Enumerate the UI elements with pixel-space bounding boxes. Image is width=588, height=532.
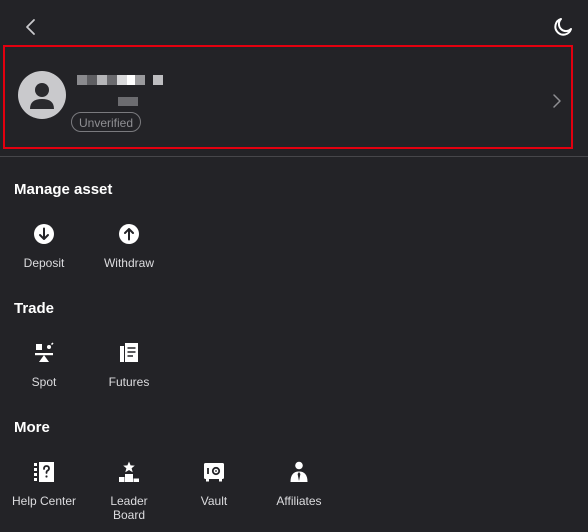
- spot-scale-icon: [35, 342, 54, 362]
- withdraw-button[interactable]: Withdraw: [94, 222, 164, 270]
- arrow-down-circle-icon: [34, 224, 54, 244]
- withdraw-label: Withdraw: [103, 256, 154, 270]
- spot-button[interactable]: Spot: [9, 341, 79, 389]
- chevron-left-icon: [26, 19, 35, 35]
- affiliates-label: Affiliates: [276, 494, 322, 508]
- leader-board-label: Leader Board: [110, 494, 148, 522]
- profile-chevron: [551, 92, 563, 110]
- user-avatar-icon: [30, 83, 54, 109]
- trade-heading: Trade: [14, 300, 55, 317]
- spot-label: Spot: [31, 375, 57, 389]
- manage-asset-heading: Manage asset: [14, 181, 113, 198]
- futures-label: Futures: [108, 375, 150, 389]
- deposit-button[interactable]: Deposit: [9, 222, 79, 270]
- account-menu-page: Unverified Manage asset Deposit Withdraw…: [0, 0, 588, 532]
- help-center-label: Help Center: [11, 494, 77, 508]
- help-center-button[interactable]: Help Center: [9, 460, 79, 508]
- safe-icon: [204, 463, 224, 482]
- username-redacted: [77, 75, 163, 85]
- affiliates-button[interactable]: Affiliates: [264, 460, 334, 508]
- person-tie-icon: [290, 461, 308, 482]
- document-stack-icon: [120, 343, 138, 362]
- futures-button[interactable]: Futures: [94, 341, 164, 389]
- user-id-redacted: [118, 97, 138, 106]
- chevron-right-icon: [553, 94, 561, 108]
- help-question-icon: [34, 462, 54, 482]
- more-heading: More: [14, 419, 50, 436]
- theme-toggle-button[interactable]: [552, 16, 574, 38]
- section-divider: [0, 156, 588, 157]
- arrow-up-circle-icon: [119, 224, 139, 244]
- podium-star-icon: [119, 461, 139, 482]
- deposit-label: Deposit: [23, 256, 65, 270]
- verification-status-badge[interactable]: Unverified: [71, 112, 142, 132]
- back-button[interactable]: [20, 15, 42, 39]
- leader-board-button[interactable]: Leader Board: [94, 460, 164, 522]
- avatar: [18, 71, 66, 119]
- profile-card[interactable]: Unverified: [3, 45, 573, 149]
- vault-button[interactable]: Vault: [179, 460, 249, 508]
- moon-icon: [554, 18, 572, 36]
- vault-label: Vault: [200, 494, 228, 508]
